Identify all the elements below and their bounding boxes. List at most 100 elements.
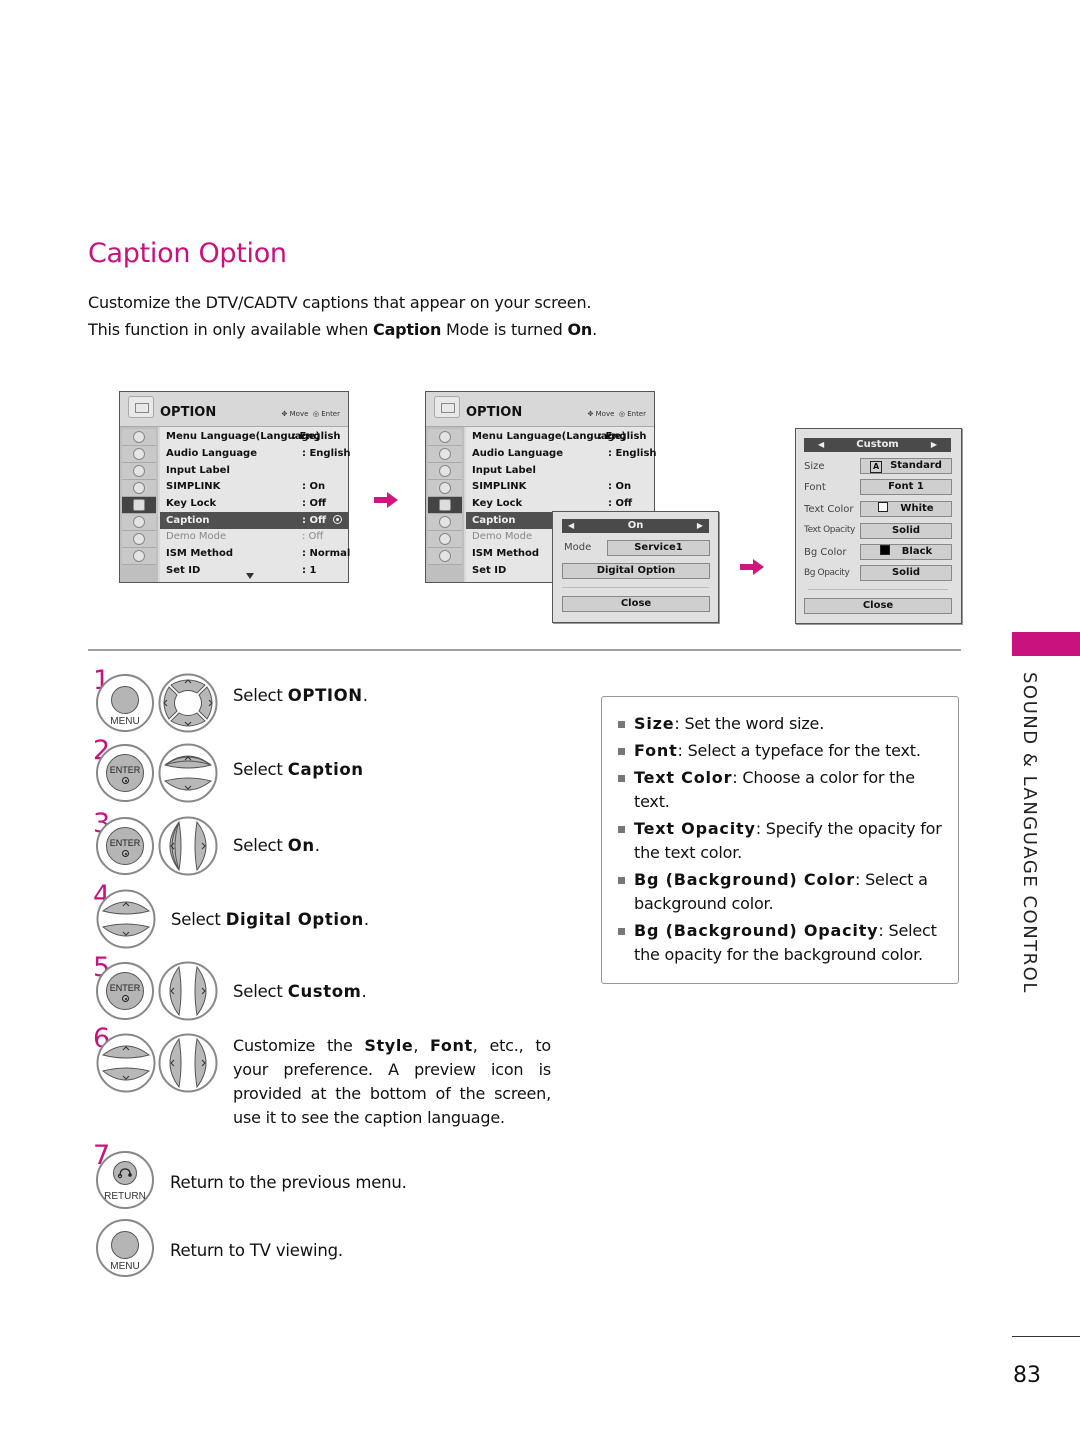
return-button[interactable]: RETURN [96,1151,154,1209]
nav-leftright-button[interactable] [157,816,219,876]
osd-header-title: OPTION [160,405,217,420]
section-side-title: SOUND & LANGUAGE CONTROL [1019,672,1040,994]
enter-dot-icon [122,777,129,784]
close-button[interactable]: Close [562,596,710,612]
scroll-down-icon[interactable] [246,573,254,579]
menu-row-key-lock[interactable]: Key Lock: Off [466,495,654,512]
osd-header-title: OPTION [466,405,523,420]
text-color-value-button[interactable]: White [860,501,952,517]
category-setup-icon[interactable] [428,429,462,446]
category-usb-icon[interactable] [428,548,462,565]
font-label: Font [804,482,826,493]
text-color-label: Text Color [804,504,854,515]
return-previous-text: Return to the previous menu. [170,1173,407,1192]
nav-4way-button[interactable] [157,673,219,733]
menu-row-ism-method[interactable]: ISM Method: Normal [160,545,350,562]
menu-row-simplink[interactable]: SIMPLINK: On [160,478,348,495]
return-arrow-icon [117,1168,132,1179]
step-6-text: Customize the Style, Font, etc., to your… [233,1036,551,1127]
category-time-icon[interactable] [122,480,156,497]
category-picture-icon[interactable] [122,446,156,463]
category-time-icon[interactable] [428,480,462,497]
mode-label: Mode [564,542,592,553]
menu-row-audio-language[interactable]: Audio Language: English [160,445,351,462]
arrow-right-icon[interactable]: ▶ [931,438,937,452]
category-audio-icon[interactable] [122,463,156,480]
menu-row-demo-mode: Demo Mode: Off [166,531,324,542]
category-lock-icon[interactable] [428,514,462,531]
menu-row-caption[interactable]: Caption: Off [160,512,348,529]
category-option-icon[interactable] [428,497,462,514]
caption-settings-info-box: Size: Set the word size. Font: Select a … [601,696,959,984]
bullet-square-icon [618,775,625,782]
section-divider [88,649,961,651]
osd-category-sidebar [120,427,158,582]
menu-row-simplink[interactable]: SIMPLINK: On [466,478,654,495]
bg-opacity-label: Bg Opacity [804,568,850,578]
enter-button[interactable]: ENTER [96,817,154,875]
arrow-left-icon[interactable]: ◀ [568,519,574,533]
size-label: Size [804,461,825,472]
category-option-icon[interactable] [122,497,156,514]
osd-option-list: Menu Language(Language): English Audio L… [160,427,351,582]
category-input-icon[interactable] [122,531,156,548]
menu-row-input-label[interactable]: Input Label [466,462,654,479]
menu-row-menu-language[interactable]: Menu Language(Language): English [466,428,654,445]
enter-dot-icon [122,850,129,857]
option-toolbox-icon [434,396,460,418]
font-value-button[interactable]: Font 1 [860,479,952,495]
close-button[interactable]: Close [804,598,952,614]
step-5-text: Select Custom. [233,982,367,1001]
move-icon: ✥ [281,410,288,418]
menu-row-input-label[interactable]: Input Label [160,462,348,479]
intro-line-2: This function in only available when Cap… [88,320,597,339]
size-value-button[interactable]: A Standard [860,458,952,474]
category-usb-icon[interactable] [122,548,156,565]
bullet-square-icon [618,826,625,833]
arrow-left-icon[interactable]: ◀ [818,438,824,452]
mode-service-button[interactable]: Service1 [607,540,710,556]
bullet-square-icon [618,748,625,755]
arrow-right-icon [374,492,398,508]
category-lock-icon[interactable] [122,514,156,531]
enter-indicator-icon [333,515,342,524]
category-input-icon[interactable] [428,531,462,548]
section-tab-marker [1012,632,1080,656]
caption-mode-selector[interactable]: ◀ On ▶ [562,519,709,533]
bg-opacity-value-button[interactable]: Solid [860,565,952,581]
menu-row-key-lock[interactable]: Key Lock: Off [160,495,348,512]
osd-header: OPTION ✥ Move ◎ Enter [426,392,654,427]
nav-updown-button[interactable] [95,889,157,949]
menu-button[interactable]: MENU [96,1219,154,1277]
bg-color-value-button[interactable]: Black [860,544,952,560]
text-opacity-label: Text Opacity [804,525,855,535]
caption-style-selector[interactable]: ◀ Custom ▶ [804,438,951,452]
osd-option-menu-1: OPTION ✥ Move ◎ Enter Menu Language(Lang… [119,391,351,583]
category-picture-icon[interactable] [428,446,462,463]
text-opacity-value-button[interactable]: Solid [860,523,952,539]
step-1-text: Select OPTION. [233,686,368,705]
arrow-right-icon[interactable]: ▶ [697,519,703,533]
nav-leftright-button[interactable] [157,1033,219,1093]
bg-color-label: Bg Color [804,547,847,558]
menu-button[interactable]: MENU [96,674,154,732]
osd-hint: ✥ Move ◎ Enter [281,410,340,418]
nav-leftright-button[interactable] [157,961,219,1021]
menu-row-menu-language[interactable]: Menu Language(Language): English [160,428,348,445]
digital-option-button[interactable]: Digital Option [562,563,710,579]
osd-hint: ✥ Move ◎ Enter [587,410,646,418]
divider [562,587,709,588]
menu-row-audio-language[interactable]: Audio Language: English [466,445,657,462]
return-tv-text: Return to TV viewing. [170,1241,343,1260]
nav-updown-button[interactable] [95,1033,157,1093]
category-audio-icon[interactable] [428,463,462,480]
bullet-square-icon [618,928,625,935]
category-setup-icon[interactable] [122,429,156,446]
menu-row-set-id[interactable]: Set ID: 1 [160,562,348,579]
enter-button[interactable]: ENTER [96,744,154,802]
osd-header: OPTION ✥ Move ◎ Enter [120,392,348,427]
enter-button[interactable]: ENTER [96,962,154,1020]
info-item-bg-color: Bg (Background) Color: Select a backgrou… [618,868,948,916]
bullet-square-icon [618,721,625,728]
nav-updown-button[interactable] [157,743,219,803]
